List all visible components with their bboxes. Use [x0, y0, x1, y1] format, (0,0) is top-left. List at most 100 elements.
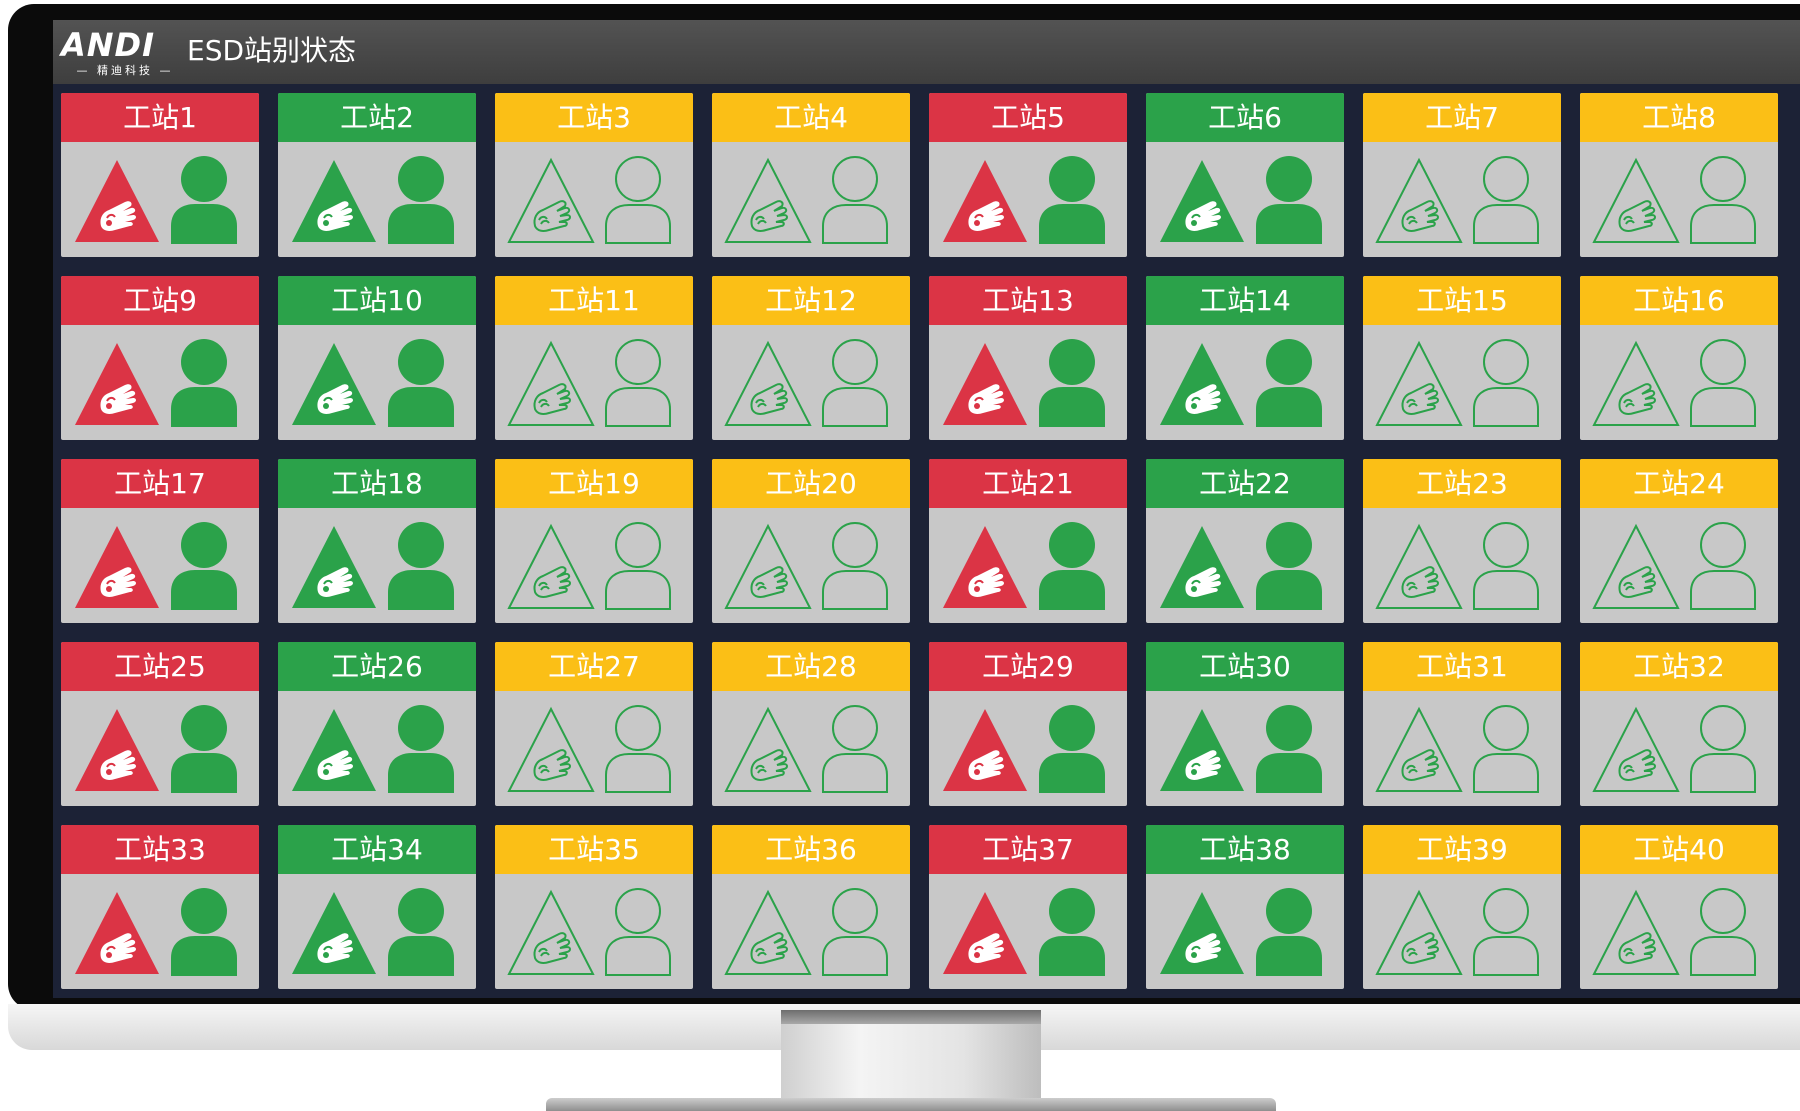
- station-label: 工站6: [1146, 93, 1344, 142]
- station-label: 工站15: [1363, 276, 1561, 325]
- esd-hand-triangle-icon: [722, 522, 814, 612]
- station-status-body: [495, 691, 693, 806]
- station-label: 工站10: [278, 276, 476, 325]
- station-label: 工站26: [278, 642, 476, 691]
- person-icon: [1684, 337, 1762, 429]
- station-status-body: [712, 874, 910, 989]
- station-card[interactable]: 工站37: [929, 825, 1127, 989]
- station-label: 工站5: [929, 93, 1127, 142]
- station-card[interactable]: 工站29: [929, 642, 1127, 806]
- station-card[interactable]: 工站4: [712, 93, 910, 257]
- company-logo: ANDI — 精迪科技 —: [61, 28, 181, 78]
- station-label: 工站20: [712, 459, 910, 508]
- station-card[interactable]: 工站28: [712, 642, 910, 806]
- station-card[interactable]: 工站24: [1580, 459, 1778, 623]
- esd-hand-triangle-icon: [71, 156, 163, 246]
- station-label: 工站14: [1146, 276, 1344, 325]
- station-card[interactable]: 工站32: [1580, 642, 1778, 806]
- esd-hand-triangle-icon: [722, 705, 814, 795]
- station-card[interactable]: 工站15: [1363, 276, 1561, 440]
- station-card[interactable]: 工站11: [495, 276, 693, 440]
- person-icon: [1033, 520, 1111, 612]
- station-card[interactable]: 工站25: [61, 642, 259, 806]
- esd-hand-triangle-icon: [1590, 339, 1682, 429]
- station-card[interactable]: 工站1: [61, 93, 259, 257]
- station-status-body: [1146, 325, 1344, 440]
- esd-hand-triangle-icon: [288, 522, 380, 612]
- station-card[interactable]: 工站13: [929, 276, 1127, 440]
- station-card[interactable]: 工站33: [61, 825, 259, 989]
- person-icon: [382, 886, 460, 978]
- station-card[interactable]: 工站35: [495, 825, 693, 989]
- station-status-body: [61, 874, 259, 989]
- station-card[interactable]: 工站40: [1580, 825, 1778, 989]
- esd-hand-triangle-icon: [722, 156, 814, 246]
- esd-hand-triangle-icon: [722, 888, 814, 978]
- station-status-body: [1580, 874, 1778, 989]
- station-status-body: [712, 508, 910, 623]
- person-icon: [1684, 703, 1762, 795]
- station-card[interactable]: 工站3: [495, 93, 693, 257]
- station-card[interactable]: 工站18: [278, 459, 476, 623]
- person-icon: [1250, 520, 1328, 612]
- title-bar: ANDI — 精迪科技 — ESD站别状态: [53, 20, 1800, 84]
- station-card[interactable]: 工站7: [1363, 93, 1561, 257]
- station-status-body: [712, 691, 910, 806]
- person-icon: [165, 703, 243, 795]
- station-card[interactable]: 工站8: [1580, 93, 1778, 257]
- station-card[interactable]: 工站2: [278, 93, 476, 257]
- station-card[interactable]: 工站23: [1363, 459, 1561, 623]
- esd-hand-triangle-icon: [1373, 522, 1465, 612]
- esd-hand-triangle-icon: [1156, 522, 1248, 612]
- station-card[interactable]: 工站9: [61, 276, 259, 440]
- station-card[interactable]: 工站39: [1363, 825, 1561, 989]
- station-card[interactable]: 工站26: [278, 642, 476, 806]
- station-card[interactable]: 工站17: [61, 459, 259, 623]
- esd-hand-triangle-icon: [1373, 339, 1465, 429]
- station-card[interactable]: 工站20: [712, 459, 910, 623]
- person-icon: [165, 886, 243, 978]
- station-label: 工站31: [1363, 642, 1561, 691]
- esd-hand-triangle-icon: [505, 522, 597, 612]
- station-card[interactable]: 工站12: [712, 276, 910, 440]
- station-card[interactable]: 工站34: [278, 825, 476, 989]
- person-icon: [816, 703, 894, 795]
- person-icon: [599, 886, 677, 978]
- logo-subtext: — 精迪科技 —: [76, 64, 174, 77]
- station-card[interactable]: 工站6: [1146, 93, 1344, 257]
- person-icon: [1467, 337, 1545, 429]
- person-icon: [599, 520, 677, 612]
- station-card[interactable]: 工站16: [1580, 276, 1778, 440]
- person-icon: [1467, 520, 1545, 612]
- station-label: 工站8: [1580, 93, 1778, 142]
- esd-hand-triangle-icon: [1590, 156, 1682, 246]
- station-status-body: [278, 142, 476, 257]
- esd-hand-triangle-icon: [1156, 705, 1248, 795]
- station-status-body: [1146, 874, 1344, 989]
- station-label: 工站32: [1580, 642, 1778, 691]
- esd-hand-triangle-icon: [288, 705, 380, 795]
- station-card[interactable]: 工站19: [495, 459, 693, 623]
- person-icon: [382, 337, 460, 429]
- esd-hand-triangle-icon: [939, 156, 1031, 246]
- station-card[interactable]: 工站27: [495, 642, 693, 806]
- station-card[interactable]: 工站36: [712, 825, 910, 989]
- station-card[interactable]: 工站10: [278, 276, 476, 440]
- station-card[interactable]: 工站31: [1363, 642, 1561, 806]
- station-card[interactable]: 工站38: [1146, 825, 1344, 989]
- esd-hand-triangle-icon: [1156, 156, 1248, 246]
- logo-text: ANDI: [61, 26, 156, 64]
- station-label: 工站29: [929, 642, 1127, 691]
- station-card[interactable]: 工站22: [1146, 459, 1344, 623]
- station-card[interactable]: 工站14: [1146, 276, 1344, 440]
- station-status-body: [278, 874, 476, 989]
- person-icon: [599, 154, 677, 246]
- esd-hand-triangle-icon: [939, 705, 1031, 795]
- station-label: 工站19: [495, 459, 693, 508]
- person-icon: [1684, 886, 1762, 978]
- station-card[interactable]: 工站30: [1146, 642, 1344, 806]
- station-card[interactable]: 工站21: [929, 459, 1127, 623]
- station-card[interactable]: 工站5: [929, 93, 1127, 257]
- station-status-body: [495, 874, 693, 989]
- esd-hand-triangle-icon: [71, 339, 163, 429]
